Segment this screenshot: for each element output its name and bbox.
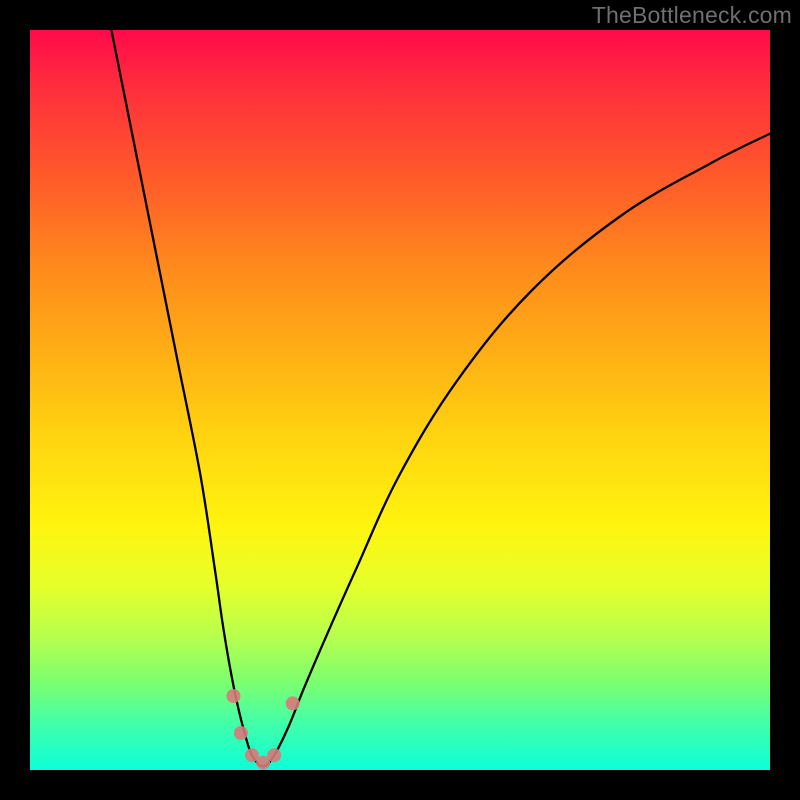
bottleneck-curve <box>111 30 770 766</box>
chart-frame <box>30 30 770 770</box>
curve-markers <box>227 689 300 770</box>
curve-marker <box>286 696 300 710</box>
watermark-text: TheBottleneck.com <box>592 2 792 29</box>
chart-svg <box>30 30 770 770</box>
curve-marker <box>234 726 248 740</box>
curve-marker <box>227 689 241 703</box>
curve-marker <box>267 748 281 762</box>
